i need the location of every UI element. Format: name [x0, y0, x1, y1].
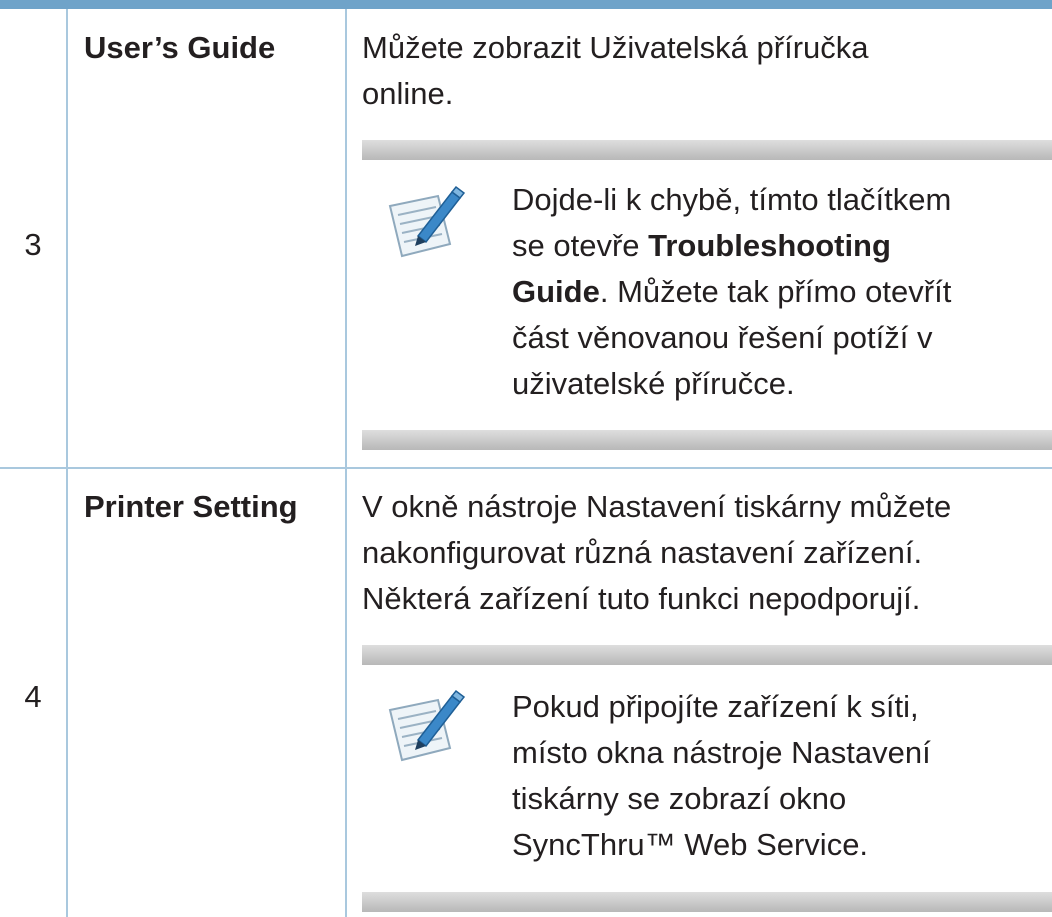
note-line: místo okna nástroje Nastavení: [512, 735, 931, 770]
manual-page: 3 User’s Guide Můžete zobrazit Uživatels…: [0, 0, 1052, 917]
note-paper: [388, 698, 452, 762]
note-line: tiskárny se zobrazí okno: [512, 781, 847, 816]
description-line: nakonfigurovat různá nastavení zařízení.: [362, 535, 923, 570]
column-divider: [345, 9, 347, 917]
note-line: se otevře Troubleshooting: [512, 223, 1042, 269]
note-bottom-band: [362, 892, 1052, 912]
note-paper: [388, 194, 452, 258]
column-divider: [66, 9, 68, 917]
note-text-fragment: . Můžete tak přímo otevřít: [599, 274, 952, 309]
description-line: Můžete zobrazit Uživatelská příručka: [362, 30, 869, 65]
note-pencil-icon: [388, 689, 466, 762]
note-line: část věnovanou řešení potíží v: [512, 320, 933, 355]
note-line: SyncThru™ Web Service.: [512, 827, 869, 862]
note-text-fragment: se otevře: [512, 228, 649, 263]
note-top-band: [362, 645, 1052, 665]
row-number: 4: [24, 679, 42, 714]
feature-description: Můžete zobrazit Uživatelská příručka onl…: [362, 25, 1047, 117]
table-top-rule: [0, 0, 1052, 9]
feature-description: V okně nástroje Nastavení tiskárny můžet…: [362, 484, 1047, 622]
note-line: Pokud připojíte zařízení k síti,: [512, 689, 919, 724]
description-line: V okně nástroje Nastavení tiskárny můžet…: [362, 489, 952, 524]
row-number: 3: [24, 227, 42, 262]
note-pencil-icon: [388, 185, 466, 258]
note-text: Dojde-li k chybě, tímto tlačítkem se ote…: [512, 177, 1042, 407]
note-line: Dojde-li k chybě, tímto tlačítkem: [512, 182, 952, 217]
description-line: Některá zařízení tuto funkci nepodporují…: [362, 581, 921, 616]
note-text: Pokud připojíte zařízení k síti, místo o…: [512, 684, 1042, 868]
note-line: uživatelské příručce.: [512, 366, 795, 401]
note-line: Guide. Můžete tak přímo otevřít: [512, 269, 1042, 315]
note-top-band: [362, 140, 1052, 160]
description-line: online.: [362, 76, 454, 111]
note-bold-term: Troubleshooting: [648, 228, 891, 263]
feature-name: User’s Guide: [84, 30, 276, 65]
note-bold-term: Guide: [512, 274, 600, 309]
feature-name: Printer Setting: [84, 489, 298, 524]
note-bottom-band: [362, 430, 1052, 450]
row-divider: [0, 467, 1052, 469]
